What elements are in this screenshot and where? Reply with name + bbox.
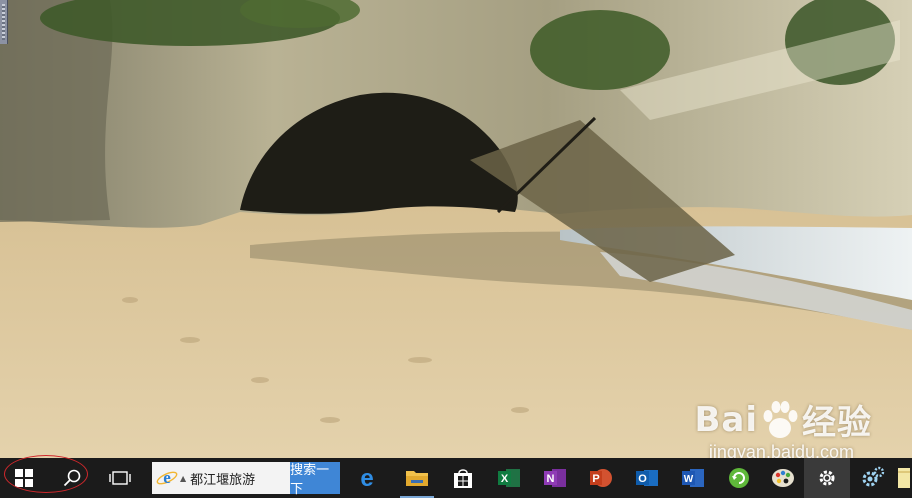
- gear-icon: [819, 470, 835, 486]
- svg-text:e: e: [163, 468, 171, 487]
- search-button[interactable]: [48, 458, 96, 498]
- taskbar: e ▲ 搜索一下 e X: [0, 458, 912, 498]
- svg-text:O: O: [638, 473, 647, 485]
- search-submit-button[interactable]: 搜索一下: [290, 462, 340, 497]
- taskbar-app-settings[interactable]: [804, 458, 850, 498]
- baidu-jingyan-watermark: Bai 经验 jingyan.baidu.com: [694, 395, 872, 463]
- beach-cave-wallpaper: [0, 0, 912, 458]
- svg-text:P: P: [592, 473, 599, 485]
- taskbar-app-edge[interactable]: e: [340, 458, 394, 498]
- watermark-brand: Bai: [694, 399, 758, 440]
- word-icon: W: [682, 469, 704, 487]
- notes-icon: [898, 468, 910, 488]
- excel-icon: X: [498, 469, 520, 487]
- paw-icon: [763, 400, 798, 438]
- taskbar-app-outlook[interactable]: O: [624, 458, 670, 498]
- svg-text:e: e: [360, 466, 373, 490]
- ie-dropdown-caret[interactable]: ▲: [180, 474, 186, 483]
- taskbar-app-powerpoint[interactable]: P: [578, 458, 624, 498]
- edge-icon: e: [360, 466, 373, 490]
- taskbar-app-store[interactable]: [440, 458, 486, 498]
- svg-text:N: N: [547, 473, 555, 485]
- search-icon: [63, 469, 81, 487]
- taskbar-app-refresh[interactable]: [716, 458, 762, 498]
- paint-icon: [772, 469, 794, 487]
- gears-icon: [862, 466, 885, 487]
- taskbar-app-excel[interactable]: X: [486, 458, 532, 498]
- svg-text:W: W: [684, 474, 694, 485]
- windows-icon: [15, 469, 33, 487]
- outlook-icon: O: [636, 470, 658, 486]
- desktop-edge-handle: [0, 0, 8, 44]
- search-query-input[interactable]: [190, 470, 291, 486]
- desktop-wallpaper: [0, 0, 912, 458]
- task-view-button[interactable]: [96, 458, 144, 498]
- powerpoint-icon: P: [590, 469, 612, 487]
- taskbar-app-onenote[interactable]: N: [532, 458, 578, 498]
- taskbar-app-word[interactable]: W: [670, 458, 716, 498]
- onenote-icon: N: [544, 469, 566, 487]
- folder-icon: [406, 471, 428, 486]
- store-icon: [454, 469, 472, 488]
- ie-icon: e: [156, 468, 178, 487]
- ie-search-box[interactable]: e ▲: [152, 462, 291, 494]
- svg-text:X: X: [501, 473, 509, 485]
- taskbar-app-file-explorer[interactable]: [394, 458, 440, 498]
- taskbar-app-notes[interactable]: [896, 458, 912, 498]
- taskbar-app-settings-tool[interactable]: [850, 458, 896, 498]
- watermark-brand-suffix: 经验: [802, 403, 872, 443]
- start-button[interactable]: [0, 458, 48, 498]
- taskbar-app-paint[interactable]: [762, 458, 804, 498]
- refresh-icon: [729, 468, 749, 488]
- task-view-icon: [109, 471, 131, 485]
